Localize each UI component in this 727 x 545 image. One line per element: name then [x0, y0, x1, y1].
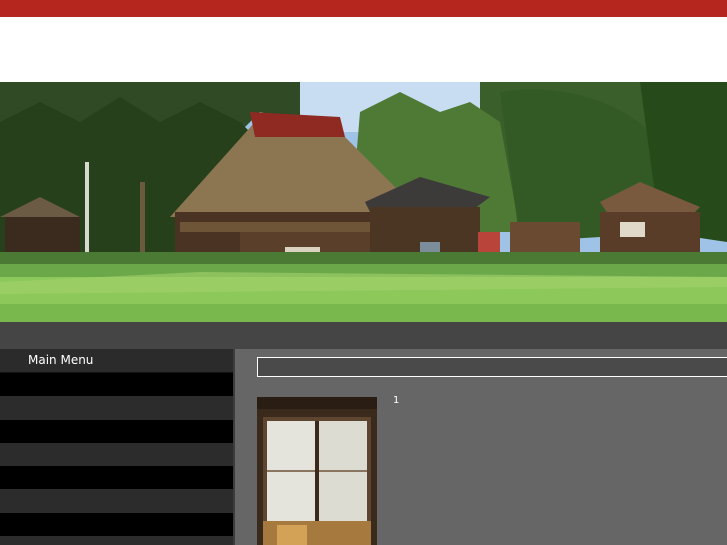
breadcrumb [0, 322, 727, 349]
menu-item-1[interactable] [0, 373, 233, 397]
section-title [257, 357, 727, 377]
menu-item-2[interactable] [0, 396, 233, 420]
main-menu-title: Main Menu [0, 349, 233, 373]
hero-banner-image [0, 82, 727, 322]
menu-item-8[interactable] [0, 536, 233, 545]
paragraph-1: 1 [393, 395, 400, 406]
main-content: 1 [233, 349, 727, 545]
top-banner-text [0, 0, 727, 17]
sidebar-menu: Main Menu [0, 349, 233, 545]
doorway-photo [257, 397, 377, 545]
menu-item-4[interactable] [0, 442, 233, 467]
menu-item-6[interactable] [0, 489, 233, 513]
menu-item-7[interactable] [0, 512, 233, 537]
menu-item-3[interactable] [0, 419, 233, 443]
body-text: 1 [393, 394, 727, 408]
menu-item-5[interactable] [0, 466, 233, 490]
